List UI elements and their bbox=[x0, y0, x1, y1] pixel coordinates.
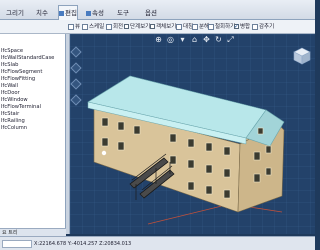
tree-item-ifcflowterminal[interactable]: IfcFlowTerminal bbox=[1, 104, 41, 111]
edit-icon bbox=[59, 10, 65, 16]
hide-icon bbox=[252, 23, 258, 30]
object-view-button[interactable]: 객체보기 bbox=[150, 22, 176, 32]
retract-button[interactable]: 철회하기 bbox=[208, 22, 235, 32]
fullscreen-icon[interactable]: ⤢ bbox=[226, 35, 235, 44]
refresh-icon[interactable]: ↻ bbox=[214, 35, 223, 44]
merge-button[interactable]: 병합 bbox=[234, 22, 250, 32]
orbit-icon[interactable]: ◎ bbox=[166, 35, 175, 44]
scale-button[interactable]: 스케일 bbox=[82, 22, 104, 32]
status-input[interactable] bbox=[2, 240, 32, 248]
home-view-icon[interactable]: ⌂ bbox=[190, 35, 199, 44]
tab-dimension[interactable]: 치수 bbox=[32, 6, 52, 20]
tab-draw[interactable]: 그리기 bbox=[4, 6, 26, 20]
toolbar: 뷰 스케일 회전 단계보기 객체보기 대칭 분해 철회하기 병합 감추기 bbox=[0, 20, 315, 34]
step-view-button[interactable]: 단계보기 bbox=[124, 22, 150, 32]
hide-button[interactable]: 감추기 bbox=[252, 22, 274, 32]
status-bar: X:22164.678 Y:-4014.257 Z:20834.013 bbox=[0, 236, 315, 250]
tree-item-ifcflowsegment[interactable]: IfcFlowSegment bbox=[1, 69, 42, 76]
mirror-button[interactable]: 대칭 bbox=[176, 22, 193, 32]
explode-icon bbox=[192, 23, 198, 30]
step-view-checkbox[interactable] bbox=[124, 24, 129, 29]
3d-viewport[interactable]: ⊕ ◎ ▾ ⌂ ✥ ↻ ⤢ bbox=[70, 34, 315, 234]
view-button[interactable]: 뷰 bbox=[68, 22, 80, 32]
tab-edit[interactable]: 편집 bbox=[58, 5, 78, 20]
tree-item-ifcwall[interactable]: IfcWall bbox=[1, 83, 18, 90]
scale-icon bbox=[82, 23, 88, 30]
tree-item-ifcflowfitting[interactable]: IfcFlowFitting bbox=[1, 76, 35, 83]
tree-item-ifcstair[interactable]: IfcStair bbox=[1, 111, 19, 118]
tree-footer: 요 트리 bbox=[0, 228, 66, 236]
retract-icon bbox=[208, 23, 214, 30]
cursor-coordinates: X:22164.678 Y:-4014.257 Z:20834.013 bbox=[34, 241, 132, 247]
zoom-fit-icon[interactable]: ⊕ bbox=[154, 35, 163, 44]
tree-item-ifcdoor[interactable]: IfcDoor bbox=[1, 90, 20, 97]
tree-item-ifcwallstandardcase[interactable]: IfcWallStandardCase bbox=[1, 55, 54, 62]
rotate-button[interactable]: 회전 bbox=[106, 22, 123, 32]
tab-tools[interactable]: 도구 bbox=[112, 6, 134, 20]
properties-icon bbox=[86, 10, 92, 16]
tree-item-ifcslab[interactable]: IfcSlab bbox=[1, 62, 18, 69]
selection-marker bbox=[101, 150, 107, 156]
pan-icon[interactable]: ✥ bbox=[202, 35, 211, 44]
rotate-icon bbox=[106, 23, 112, 30]
view-direction-icon[interactable]: ▾ bbox=[178, 35, 187, 44]
object-view-checkbox[interactable] bbox=[150, 24, 155, 29]
viewport-scene bbox=[70, 34, 315, 234]
tab-properties[interactable]: 속성 bbox=[84, 6, 106, 20]
tree-item-ifcrailing[interactable]: IfcRailing bbox=[1, 118, 25, 125]
explode-button[interactable]: 분해 bbox=[192, 22, 209, 32]
ribbon-tab-bar: 그리기 치수 편집 속성 도구 옵션 bbox=[0, 0, 315, 20]
ifc-type-tree[interactable]: IfcSpace IfcWallStandardCase IfcSlab Ifc… bbox=[0, 34, 66, 234]
view-icon bbox=[68, 23, 74, 30]
tree-item-ifcwindow[interactable]: IfcWindow bbox=[1, 97, 28, 104]
mirror-icon bbox=[176, 23, 182, 30]
merge-checkbox[interactable] bbox=[234, 22, 239, 32]
view-cube-icon[interactable] bbox=[292, 46, 312, 66]
tree-item-ifccolumn[interactable]: IfcColumn bbox=[1, 125, 27, 132]
tree-item-ifcspace[interactable]: IfcSpace bbox=[1, 48, 23, 55]
tab-options[interactable]: 옵션 bbox=[140, 6, 162, 20]
